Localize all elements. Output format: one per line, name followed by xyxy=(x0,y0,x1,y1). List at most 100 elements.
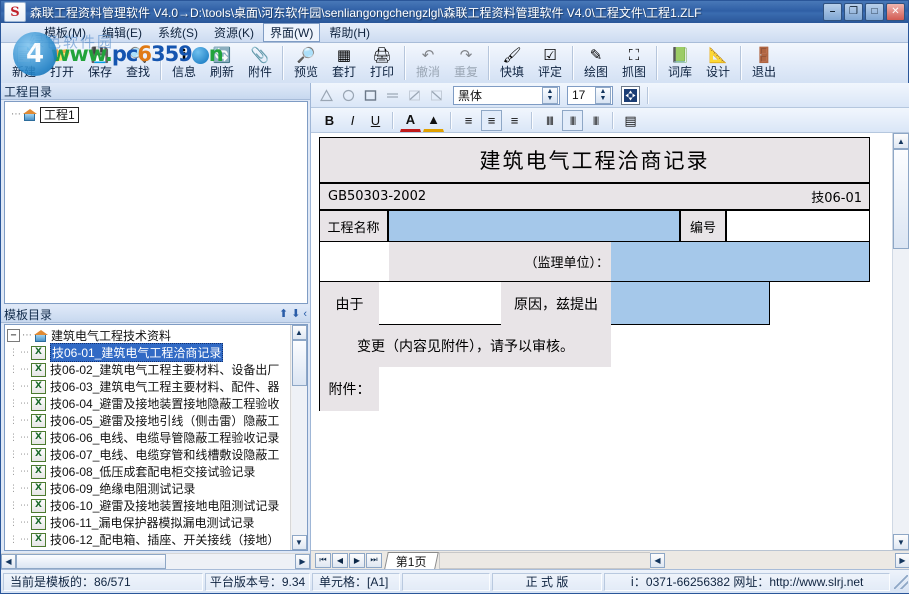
hscrollbar-track[interactable] xyxy=(166,554,295,569)
diagonal-down-line-icon[interactable] xyxy=(427,86,446,105)
align-center-button[interactable]: ≡ xyxy=(481,110,502,131)
form-number-label[interactable]: 编号 xyxy=(680,210,726,242)
last-page-icon[interactable]: ⏭ xyxy=(366,553,382,568)
previous-page-icon[interactable]: ◀ xyxy=(332,553,348,568)
template-list-item[interactable]: ⋮⋯X技06-08_低压成套配电柜交接试验记录 xyxy=(5,463,290,480)
text-spacing-narrow-button[interactable]: |||| xyxy=(585,110,606,131)
align-right-button[interactable]: ≡ xyxy=(504,110,525,131)
reason-value-input[interactable] xyxy=(379,282,501,325)
hscrollbar-thumb[interactable] xyxy=(16,554,166,569)
bold-button[interactable]: B xyxy=(319,110,340,131)
toolbar-button-7[interactable]: 🔎预览 xyxy=(287,44,325,83)
template-list-item[interactable]: ⋮⋯X技06-02_建筑电气工程主要材料、设备出厂 xyxy=(5,361,290,378)
double-line-shape-icon[interactable] xyxy=(383,86,402,105)
doc-scroll-up-button[interactable]: ▲ xyxy=(893,133,909,149)
form-sheet[interactable]: 建筑电气工程洽商记录 GB50303-2002 技06-01 工程名称 编号 xyxy=(319,137,892,411)
project-tree-node[interactable]: ⋯ 工程1 xyxy=(11,106,307,123)
ellipse-shape-icon[interactable] xyxy=(339,86,358,105)
attachment-label[interactable]: 附件： xyxy=(319,367,379,411)
supervisor-label[interactable]: （监理单位）： xyxy=(513,242,611,282)
reason-suffix-label[interactable]: 原因，兹提出 xyxy=(501,282,611,325)
change-blank[interactable] xyxy=(611,325,870,367)
form-number-value[interactable] xyxy=(726,210,870,242)
resize-grip-icon[interactable] xyxy=(894,575,908,589)
template-tree[interactable]: −⋯建筑电气工程技术资料⋮⋯X技06-01_建筑电气工程洽商记录⋮⋯X技06-0… xyxy=(5,325,290,550)
italic-button[interactable]: I xyxy=(342,110,363,131)
doc-scroll-down-button[interactable]: ▼ xyxy=(893,534,909,550)
menu-item-3[interactable]: 资源(K) xyxy=(207,23,261,42)
attachment-value[interactable] xyxy=(379,367,870,411)
text-spacing-wide-button[interactable]: ||||| xyxy=(539,110,560,131)
scroll-right-button[interactable]: ▶ xyxy=(295,554,310,569)
underline-button[interactable]: U xyxy=(365,110,386,131)
toolbar-button-16[interactable]: 📗词库 xyxy=(661,44,699,83)
template-list-item[interactable]: ⋮⋯X技06-06_电线、电缆导管隐蔽工程验收记录 xyxy=(5,429,290,446)
panel-collapse-icon[interactable]: ‹ xyxy=(303,309,307,320)
tree-expander-icon[interactable]: − xyxy=(7,329,20,342)
diagonal-up-line-icon[interactable] xyxy=(405,86,424,105)
template-list-item[interactable]: ⋮⋯X技06-13_大型花灯吊具过载试验记录 xyxy=(5,548,290,550)
toolbar-button-9[interactable]: 🖨打印 xyxy=(363,44,401,83)
template-list-item[interactable]: ⋮⋯X技06-07_电线、电缆穿管和线槽敷设隐蔽工 xyxy=(5,446,290,463)
font-size-combobox[interactable]: 17 ▲▼ xyxy=(567,86,613,105)
toolbar-button-18[interactable]: 🚪退出 xyxy=(745,44,783,83)
chevron-updown-icon-2[interactable]: ▲▼ xyxy=(595,87,611,104)
toolbar-button-12[interactable]: 🖌快填 xyxy=(493,44,531,83)
cell-note-button[interactable]: ▤ xyxy=(620,110,641,131)
fill-color-button[interactable]: ▲ xyxy=(423,109,444,132)
template-tree-horizontal-scrollbar[interactable]: ◀ ▶ xyxy=(1,553,310,569)
project-tree[interactable]: ⋯ 工程1 xyxy=(5,102,307,303)
document-vertical-scrollbar[interactable]: ▲ ▼ xyxy=(892,133,909,550)
supervisor-value[interactable] xyxy=(611,242,870,282)
align-left-button[interactable]: ≡ xyxy=(458,110,479,131)
page-tab[interactable]: 第1页 xyxy=(384,552,438,569)
template-list-item[interactable]: ⋮⋯X技06-10_避雷及接地装置接地电阻测试记录 xyxy=(5,497,290,514)
toolbar-button-15[interactable]: ⛶抓图 xyxy=(615,44,653,83)
menu-item-4[interactable]: 界面(W) xyxy=(263,23,320,42)
font-color-button[interactable]: A xyxy=(400,109,421,132)
menu-item-5[interactable]: 帮助(H) xyxy=(322,23,377,42)
template-tree-vertical-scrollbar[interactable]: ▲ ▼ xyxy=(290,325,307,550)
form-code[interactable]: 技06-01 xyxy=(319,183,870,210)
scroll-left-button[interactable]: ◀ xyxy=(1,554,16,569)
toolbar-button-4[interactable]: ℹ信息 xyxy=(165,44,203,83)
scroll-down-button[interactable]: ▼ xyxy=(292,535,307,550)
doc-scrollbar-thumb[interactable] xyxy=(893,149,909,249)
close-button[interactable]: ✕ xyxy=(886,3,905,21)
toolbar-button-8[interactable]: ▦套打 xyxy=(325,44,363,83)
template-list-item[interactable]: ⋮⋯X技06-05_避雷及接地引线（侧击雷）隐蔽工 xyxy=(5,412,290,429)
template-list-item[interactable]: ⋮⋯X技06-03_建筑电气工程主要材料、配件、器 xyxy=(5,378,290,395)
supervisor-blank-left2[interactable] xyxy=(389,242,513,282)
template-list-item[interactable]: ⋮⋯X技06-12_配电箱、插座、开关接线（接地） xyxy=(5,531,290,548)
project-name-label[interactable]: 工程名称 xyxy=(319,210,388,242)
template-tree-root[interactable]: −⋯建筑电气工程技术资料 xyxy=(5,327,290,344)
template-tree-box[interactable]: −⋯建筑电气工程技术资料⋮⋯X技06-01_建筑电气工程洽商记录⋮⋯X技06-0… xyxy=(4,324,308,551)
toolbar-button-5[interactable]: 🔄刷新 xyxy=(203,44,241,83)
text-spacing-normal-button[interactable]: |||| xyxy=(562,110,583,131)
scrollbar-track[interactable] xyxy=(292,386,307,535)
next-page-icon[interactable]: ▶ xyxy=(349,553,365,568)
reason-tail-value[interactable] xyxy=(611,282,770,325)
toolbar-button-3[interactable]: 🔍查找 xyxy=(119,44,157,83)
chevron-updown-icon[interactable]: ▲▼ xyxy=(542,87,558,104)
rectangle-shape-icon[interactable] xyxy=(361,86,380,105)
scrollbar-thumb[interactable] xyxy=(292,340,307,386)
template-list-item[interactable]: ⋮⋯X技06-01_建筑电气工程洽商记录 xyxy=(5,344,290,361)
change-text[interactable]: 变更（内容见附件），请予以审核。 xyxy=(319,325,611,367)
move-down-arrow-icon[interactable]: ⬇ xyxy=(291,309,300,320)
fit-cell-icon[interactable] xyxy=(621,86,640,105)
doc-scrollbar-track[interactable] xyxy=(893,249,909,534)
template-list-item[interactable]: ⋮⋯X技06-09_绝缘电阻测试记录 xyxy=(5,480,290,497)
toolbar-button-17[interactable]: 📐设计 xyxy=(699,44,737,83)
template-list-item[interactable]: ⋮⋯X技06-04_避雷及接地装置接地隐蔽工程验收 xyxy=(5,395,290,412)
scroll-up-button[interactable]: ▲ xyxy=(292,325,307,340)
doc-scroll-right-button[interactable]: ▶ xyxy=(895,553,909,568)
minimize-button[interactable]: – xyxy=(823,3,842,21)
move-up-arrow-icon[interactable]: ⬆ xyxy=(279,309,288,320)
toolbar-button-14[interactable]: ✎绘图 xyxy=(577,44,615,83)
toolbar-button-13[interactable]: ☑评定 xyxy=(531,44,569,83)
document-horizontal-scrollbar[interactable]: ◀ ▶ xyxy=(650,553,909,568)
menu-item-2[interactable]: 系统(S) xyxy=(151,23,205,42)
doc-scroll-left-button[interactable]: ◀ xyxy=(650,553,665,568)
template-list-item[interactable]: ⋮⋯X技06-11_漏电保护器模拟漏电测试记录 xyxy=(5,514,290,531)
